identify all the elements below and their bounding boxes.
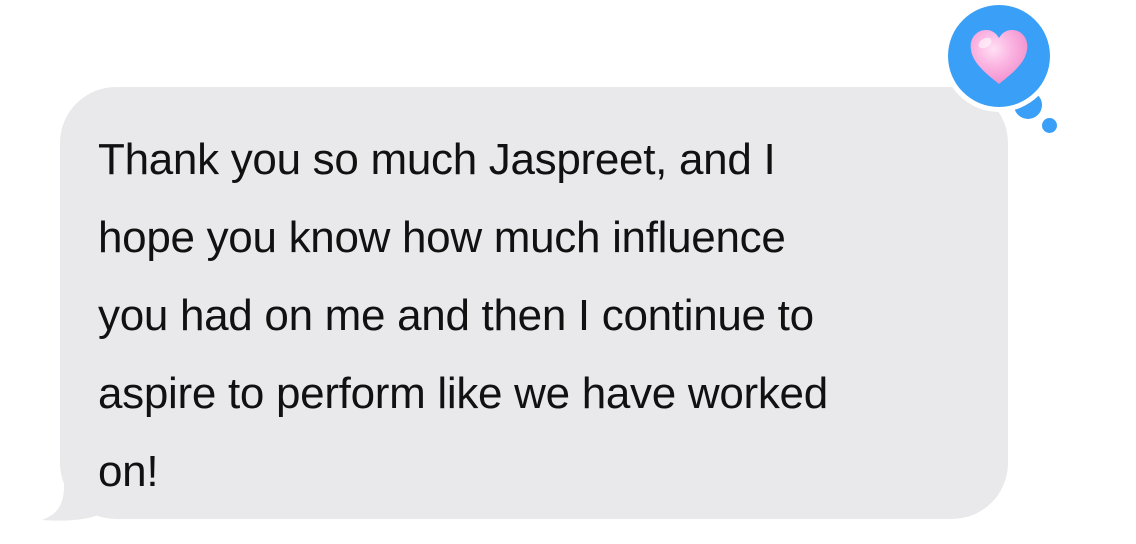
message-text: Thank you so much Jaspreet, and I hope y… — [98, 135, 828, 496]
message-row: Thank you so much Jaspreet, and I hope y… — [0, 0, 1136, 544]
received-message-bubble[interactable]: Thank you so much Jaspreet, and I hope y… — [60, 87, 1008, 519]
heart-icon — [970, 30, 1028, 84]
tapback-reaction[interactable] — [946, 5, 1058, 135]
tapback-bubble — [948, 5, 1050, 107]
tapback-dot-small — [1042, 118, 1057, 133]
